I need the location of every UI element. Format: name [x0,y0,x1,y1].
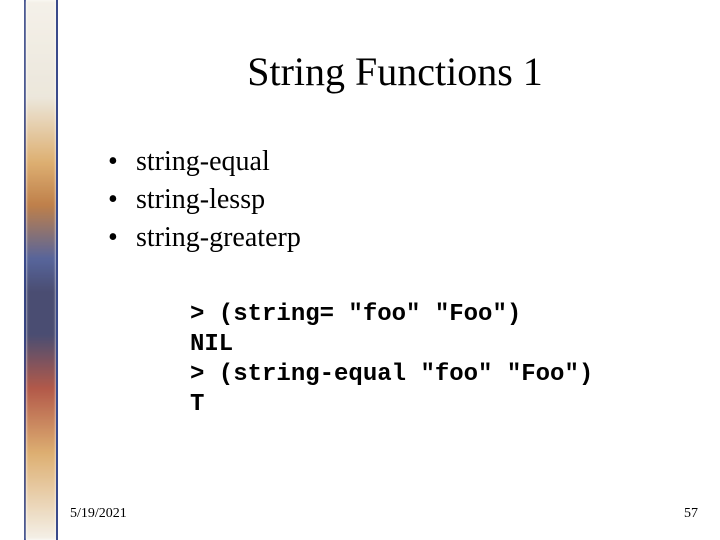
list-item: string-equal [108,143,720,181]
code-line: T [190,391,204,418]
bullet-text: string-lessp [136,184,265,215]
slide-body: String Functions 1 string-equal string-l… [70,0,720,540]
code-line: NIL [190,331,233,358]
bullet-list: string-equal string-lessp string-greater… [108,143,720,256]
decorative-gradient [26,0,56,540]
list-item: string-lessp [108,181,720,219]
decorative-line [56,0,58,540]
bullet-text: string-greaterp [136,222,301,253]
code-line: > (string= "foo" "Foo") [190,301,521,328]
page-number: 57 [684,506,698,522]
slide-title: String Functions 1 [110,48,680,95]
decorative-sidebar [24,0,58,540]
bullet-text: string-equal [136,146,270,177]
code-line: > (string-equal "foo" "Foo") [190,361,593,388]
code-block: > (string= "foo" "Foo") NIL > (string-eq… [190,300,720,420]
footer-date: 5/19/2021 [70,506,127,522]
list-item: string-greaterp [108,219,720,257]
